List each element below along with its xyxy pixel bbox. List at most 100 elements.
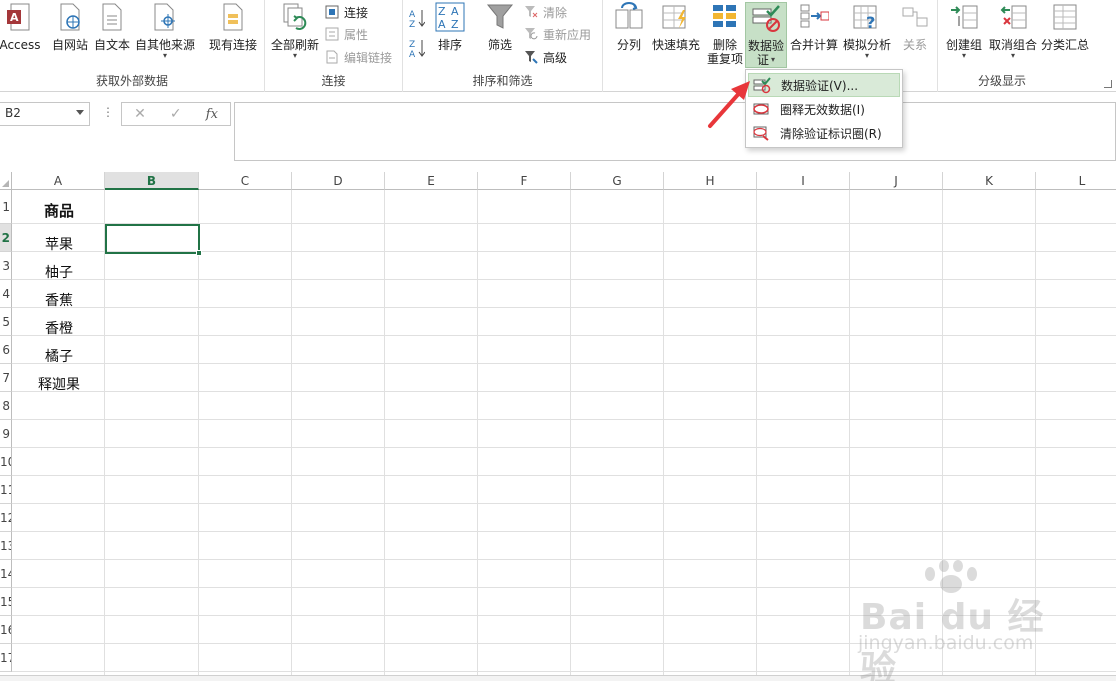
row-header-13[interactable]: 13 xyxy=(0,532,12,560)
row-header-7[interactable]: 7 xyxy=(0,364,12,392)
selected-cell-b2[interactable] xyxy=(105,224,202,256)
sort-button[interactable]: ZAAZ 排序 xyxy=(433,2,467,52)
column-header-c[interactable]: C xyxy=(199,172,292,190)
gridline-vertical xyxy=(570,190,571,681)
connections-button[interactable]: 连接 xyxy=(324,2,368,22)
gridline-vertical xyxy=(384,190,385,681)
row-header-11[interactable]: 11 xyxy=(0,476,12,504)
text-to-columns-button[interactable]: 分列 xyxy=(613,2,645,52)
group-button[interactable]: 创建组 ▾ xyxy=(944,2,984,60)
svg-text:A: A xyxy=(409,50,416,58)
row-header-15[interactable]: 15 xyxy=(0,588,12,616)
dialog-launcher-icon[interactable] xyxy=(1104,80,1112,88)
excel-window: A Access 自网站 自文本 自其他来源 ▾ 现有连接 获取外部数据 全部刷… xyxy=(0,0,1116,681)
menu-item-data-validation[interactable]: 数据验证(V)... xyxy=(748,73,900,97)
chevron-down-icon: ▾ xyxy=(961,51,966,60)
row-header-4[interactable]: 4 xyxy=(0,280,12,308)
fill-handle[interactable] xyxy=(196,250,202,256)
row-header-16[interactable]: 16 xyxy=(0,616,12,644)
gridline-horizontal xyxy=(12,279,1116,280)
column-header-g[interactable]: G xyxy=(571,172,664,190)
remove-duplicates-button[interactable]: 删除 重复项 xyxy=(705,2,745,66)
cell-a3[interactable]: 柚子 xyxy=(13,262,105,282)
properties-button[interactable]: 属性 xyxy=(324,24,368,44)
row-header-10[interactable]: 10 xyxy=(0,448,12,476)
column-header-l[interactable]: L xyxy=(1036,172,1116,190)
name-box[interactable]: B2 xyxy=(0,102,90,126)
gridline-vertical xyxy=(477,190,478,681)
row-header-12[interactable]: 12 xyxy=(0,504,12,532)
row-header-6[interactable]: 6 xyxy=(0,336,12,364)
cell-a4[interactable]: 香蕉 xyxy=(13,290,105,310)
row-header-1[interactable]: 1 xyxy=(0,190,12,224)
row-header-2[interactable]: 2 xyxy=(0,224,12,252)
sort-az-button[interactable]: AZ xyxy=(409,8,425,28)
chevron-down-icon: ▾ xyxy=(292,51,297,60)
menu-item-circle-invalid[interactable]: 圈释无效数据(I) xyxy=(748,97,900,121)
edit-links-button[interactable]: 编辑链接 xyxy=(324,47,392,67)
subtotal-button[interactable]: 分类汇总 xyxy=(1040,2,1090,52)
what-if-analysis-button[interactable]: ? 模拟分析 ▾ xyxy=(841,2,893,60)
sort-za-button[interactable]: ZA xyxy=(409,38,425,58)
cell-a2[interactable]: 苹果 xyxy=(13,234,105,254)
ungroup-icon xyxy=(998,2,1028,32)
flash-fill-button[interactable]: 快速填充 xyxy=(649,2,703,52)
existing-connections-button[interactable]: 现有连接 xyxy=(207,2,259,52)
column-header-f[interactable]: F xyxy=(478,172,571,190)
data-validation-button[interactable]: 数据验 证 ▾ xyxy=(745,2,787,68)
clear-filter-button[interactable]: 清除 xyxy=(523,2,567,22)
formula-bar-splitter-icon[interactable]: ⋮ xyxy=(102,105,114,119)
column-header-j[interactable]: J xyxy=(850,172,943,190)
access-button[interactable]: A Access xyxy=(0,2,46,52)
red-arrow-annotation xyxy=(708,81,750,128)
gridline-horizontal xyxy=(12,447,1116,448)
column-header-k[interactable]: K xyxy=(943,172,1036,190)
data-validation-menu: 数据验证(V)... 圈释无效数据(I) 清除验证标识圈(R) xyxy=(745,69,903,148)
ribbon-data-tab: A Access 自网站 自文本 自其他来源 ▾ 现有连接 获取外部数据 全部刷… xyxy=(0,0,1116,92)
svg-text:?: ? xyxy=(866,13,875,32)
from-text-button[interactable]: 自文本 xyxy=(92,2,132,52)
column-header-i[interactable]: I xyxy=(757,172,850,190)
row-header-3[interactable]: 3 xyxy=(0,252,12,280)
advanced-filter-button[interactable]: 高级 xyxy=(523,47,567,67)
cell-a6[interactable]: 橘子 xyxy=(13,346,105,366)
from-other-sources-button[interactable]: 自其他来源 ▾ xyxy=(133,2,197,60)
chevron-down-icon[interactable] xyxy=(76,110,84,115)
column-header-e[interactable]: E xyxy=(385,172,478,190)
row-header-9[interactable]: 9 xyxy=(0,420,12,448)
svg-text:Z: Z xyxy=(409,40,415,50)
cell-a1[interactable]: 商品 xyxy=(13,200,105,221)
column-header-b[interactable]: B xyxy=(105,172,199,190)
insert-function-icon[interactable]: fx xyxy=(206,107,218,122)
column-header-d[interactable]: D xyxy=(292,172,385,190)
enter-icon[interactable]: ✓ xyxy=(170,106,182,122)
refresh-icon xyxy=(280,2,310,32)
relationships-button[interactable]: 关系 xyxy=(895,2,935,52)
refresh-all-button[interactable]: 全部刷新 ▾ xyxy=(269,2,321,60)
row-header-17[interactable]: 17 xyxy=(0,644,12,672)
filter-button[interactable]: 筛选 xyxy=(483,2,517,52)
menu-item-clear-circles[interactable]: 清除验证标识圈(R) xyxy=(748,121,900,145)
column-header-a[interactable]: A xyxy=(12,172,105,190)
row-header-5[interactable]: 5 xyxy=(0,308,12,336)
cell-a7[interactable]: 释迦果 xyxy=(13,374,105,394)
cell-a5[interactable]: 香橙 xyxy=(13,318,105,338)
gridline-horizontal xyxy=(12,363,1116,364)
ungroup-button[interactable]: 取消组合 ▾ xyxy=(988,2,1038,60)
group-outline: 创建组 ▾ 取消组合 ▾ 分类汇总 分级显示 xyxy=(938,0,1116,92)
select-all-button[interactable] xyxy=(0,172,12,190)
text-to-columns-icon xyxy=(614,2,644,32)
row-header-8[interactable]: 8 xyxy=(0,392,12,420)
from-web-button[interactable]: 自网站 xyxy=(50,2,90,52)
gridline-vertical xyxy=(663,190,664,681)
cancel-icon[interactable]: ✕ xyxy=(134,106,146,122)
row-header-14[interactable]: 14 xyxy=(0,560,12,588)
column-header-h[interactable]: H xyxy=(664,172,757,190)
reapply-button[interactable]: 重新应用 xyxy=(523,24,591,44)
chevron-down-icon: ▾ xyxy=(1010,51,1015,60)
edit-links-icon xyxy=(324,49,340,65)
flash-fill-icon xyxy=(661,2,691,32)
consolidate-button[interactable]: 合并计算 xyxy=(789,2,839,52)
gridline-horizontal xyxy=(12,503,1116,504)
formula-input[interactable] xyxy=(234,102,1116,161)
